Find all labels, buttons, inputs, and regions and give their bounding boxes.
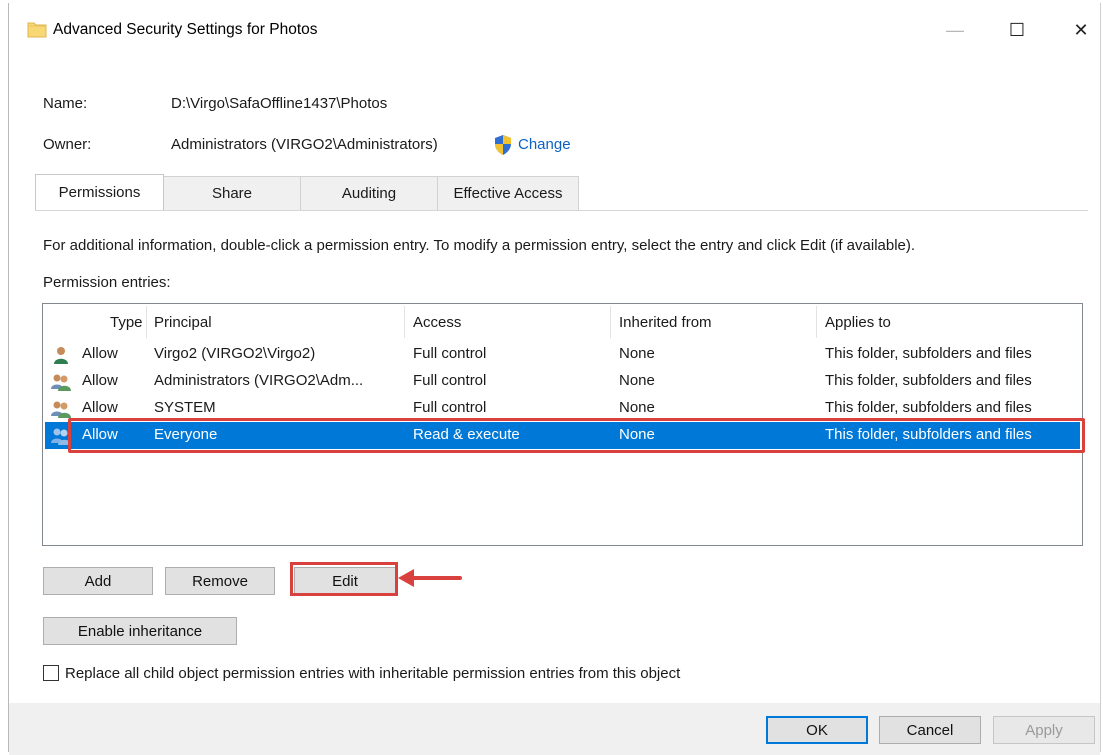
add-button[interactable]: Add: [43, 567, 153, 595]
change-owner-link[interactable]: Change: [518, 136, 571, 153]
tab-auditing[interactable]: Auditing: [300, 176, 438, 210]
tab-effective-access[interactable]: Effective Access: [437, 176, 579, 210]
access-cell: Full control: [413, 372, 487, 389]
principal-cell: Administrators (VIRGO2\Adm...: [154, 372, 364, 389]
column-header-access[interactable]: Access: [413, 314, 461, 331]
maximize-button[interactable]: ☐: [994, 13, 1040, 47]
title-bar[interactable]: Advanced Security Settings for Photos — …: [9, 3, 1100, 55]
annotation-arrow-icon: [398, 569, 462, 587]
column-divider: [816, 306, 817, 338]
access-cell: Full control: [413, 399, 487, 416]
inherited-cell: None: [619, 372, 655, 389]
replace-permissions-checkbox[interactable]: [43, 665, 59, 681]
cancel-button[interactable]: Cancel: [879, 716, 981, 744]
applies-to-cell: This folder, subfolders and files: [825, 345, 1032, 362]
single-user-icon: [54, 347, 68, 364]
column-header-inherited-from[interactable]: Inherited from: [619, 314, 712, 331]
column-divider: [610, 306, 611, 338]
enable-inheritance-button[interactable]: Enable inheritance: [43, 617, 237, 645]
advanced-security-dialog: Advanced Security Settings for Photos — …: [8, 3, 1101, 755]
name-label: Name:: [43, 95, 88, 112]
permission-entries-label: Permission entries:: [43, 274, 171, 291]
inherited-cell: None: [619, 345, 655, 362]
type-cell: Allow: [82, 345, 118, 362]
edit-button-annotation-box: [290, 562, 398, 596]
tab-permissions[interactable]: Permissions: [35, 174, 164, 210]
inherited-cell: None: [619, 399, 655, 416]
close-button[interactable]: ✕: [1058, 13, 1103, 47]
window-title: Advanced Security Settings for Photos: [53, 21, 318, 38]
permission-row[interactable]: Allow Virgo2 (VIRGO2\Virgo2) Full contro…: [45, 341, 1080, 368]
permission-row[interactable]: Allow Administrators (VIRGO2\Adm... Full…: [45, 368, 1080, 395]
group-users-icon: [51, 374, 71, 391]
ok-button[interactable]: OK: [766, 716, 868, 744]
selected-row-annotation-box: [68, 418, 1085, 453]
info-text: For additional information, double-click…: [43, 237, 916, 254]
applies-to-cell: This folder, subfolders and files: [825, 372, 1032, 389]
column-header-type[interactable]: Type: [110, 314, 143, 331]
uac-shield-icon: [495, 135, 511, 155]
applies-to-cell: This folder, subfolders and files: [825, 399, 1032, 416]
replace-permissions-label: Replace all child object permission entr…: [65, 665, 681, 682]
column-header-applies-to[interactable]: Applies to: [825, 314, 891, 331]
tab-share[interactable]: Share: [163, 176, 301, 210]
group-users-icon: [51, 401, 71, 418]
name-value: D:\Virgo\SafaOffline1437\Photos: [171, 95, 388, 112]
folder-icon: [27, 22, 47, 38]
minimize-button[interactable]: —: [932, 13, 978, 47]
principal-cell: SYSTEM: [154, 399, 216, 416]
type-cell: Allow: [82, 372, 118, 389]
principal-cell: Virgo2 (VIRGO2\Virgo2): [154, 345, 316, 362]
column-divider: [404, 306, 405, 338]
owner-value: Administrators (VIRGO2\Administrators): [171, 136, 438, 153]
column-divider: [146, 306, 147, 338]
type-cell: Allow: [82, 399, 118, 416]
tab-divider: [35, 210, 1088, 211]
access-cell: Full control: [413, 345, 487, 362]
owner-label: Owner:: [43, 136, 92, 153]
apply-button[interactable]: Apply: [993, 716, 1095, 744]
column-header-principal[interactable]: Principal: [154, 314, 212, 331]
remove-button[interactable]: Remove: [165, 567, 275, 595]
